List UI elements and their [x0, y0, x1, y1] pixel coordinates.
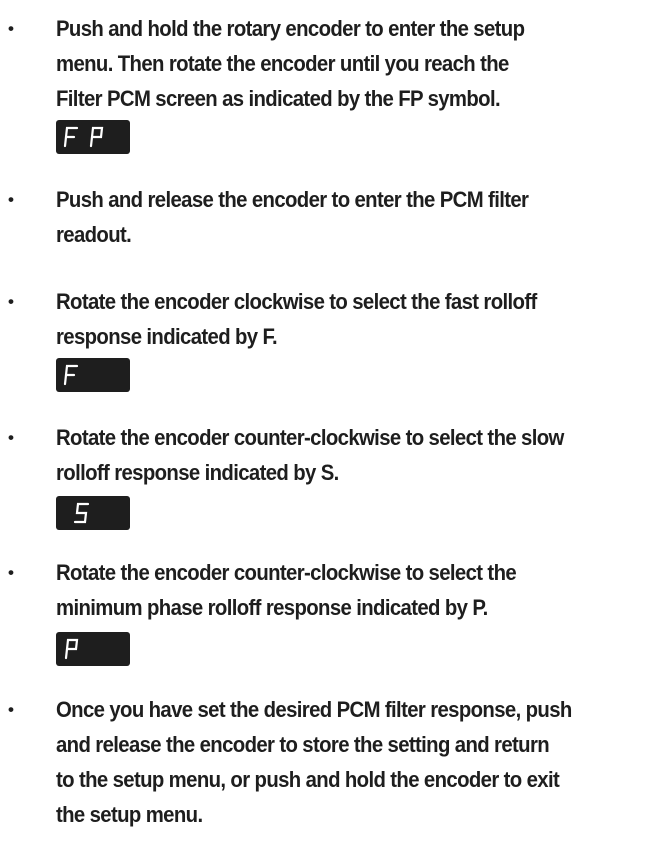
instruction-text: Push and hold the rotary encoder to ente…: [56, 11, 585, 116]
segment-glyphs: [63, 126, 104, 148]
segment-glyphs: [73, 502, 90, 524]
text-line: readout.: [56, 222, 132, 247]
text-line: the setup menu.: [56, 802, 203, 827]
instruction-text: Rotate the encoder clockwise to select t…: [56, 284, 585, 354]
text-line: Push and release the encoder to enter th…: [56, 187, 529, 212]
text-line: Rotate the encoder counter-clockwise to …: [56, 425, 564, 450]
text-line: Once you have set the desired PCM filter…: [56, 697, 572, 722]
text-line: rolloff response indicated by S.: [56, 460, 339, 485]
text-line: Rotate the encoder clockwise to select t…: [56, 289, 537, 314]
text-line: response indicated by F.: [56, 324, 278, 349]
segment-glyphs: [64, 638, 79, 660]
text-line: to the setup menu, or push and hold the …: [56, 767, 560, 792]
text-line: menu. Then rotate the encoder until you …: [56, 51, 509, 76]
text-line: Rotate the encoder counter-clockwise to …: [56, 560, 517, 585]
text-line: Push and hold the rotary encoder to ente…: [56, 16, 525, 41]
bullet: •: [8, 190, 14, 209]
bullet: •: [8, 700, 14, 719]
bullet: •: [8, 428, 14, 447]
text-line: minimum phase rolloff response indicated…: [56, 595, 488, 620]
segment-glyphs: [63, 364, 79, 386]
display-readout-p: [56, 632, 130, 666]
display-readout-s: [56, 496, 130, 530]
bullet: •: [8, 292, 14, 311]
display-readout-f: [56, 358, 130, 392]
text-line: Filter PCM screen as indicated by the FP…: [56, 86, 501, 111]
instruction-text: Rotate the encoder counter-clockwise to …: [56, 555, 585, 625]
display-readout-fp: [56, 120, 130, 154]
text-line: and release the encoder to store the set…: [56, 732, 550, 757]
instruction-text: Push and release the encoder to enter th…: [56, 182, 585, 252]
bullet: •: [8, 19, 14, 38]
instruction-text: Rotate the encoder counter-clockwise to …: [56, 420, 585, 490]
instruction-text: Once you have set the desired PCM filter…: [56, 692, 585, 832]
bullet: •: [8, 563, 14, 582]
